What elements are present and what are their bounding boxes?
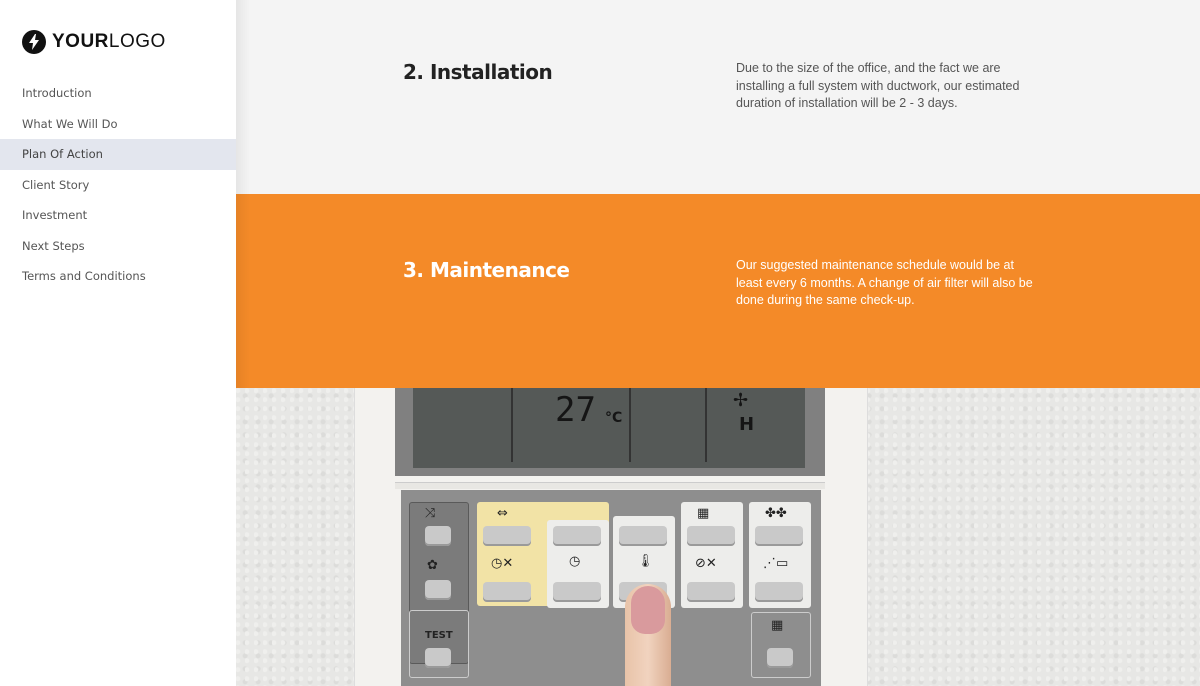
test-label: TEST (425, 630, 453, 641)
logo-text: YOURLOGO (52, 31, 166, 52)
sidebar-nav: Introduction What We Will Do Plan Of Act… (0, 78, 236, 292)
timer-icon: ◷✕ (491, 556, 514, 571)
maintenance-title: 3. Maintenance (403, 258, 570, 282)
swing-icon: ⤨ (425, 506, 436, 521)
air-flow-icon: ⋰▭ (763, 556, 789, 571)
main-content: 2. Installation Due to the size of the o… (236, 0, 1200, 686)
grid-icon: ▦ (771, 618, 784, 633)
sidebar-item-investment[interactable]: Investment (0, 200, 236, 231)
lcd-temperature: 27 (555, 390, 596, 430)
installation-body: Due to the size of the office, and the f… (736, 61, 1020, 110)
direction-icon: ⇔ (497, 506, 508, 521)
ventilation-button[interactable] (425, 580, 451, 600)
sidebar-item-introduction[interactable]: Introduction (0, 78, 236, 109)
lcd-fan-mode: H (739, 414, 755, 435)
fan-speed-icon: ✤✤ (765, 506, 787, 521)
maintenance-body: Our suggested maintenance schedule would… (736, 258, 1033, 307)
timer-down-button[interactable] (553, 582, 601, 602)
max-min-button[interactable] (687, 526, 735, 546)
sidebar-item-client-story[interactable]: Client Story (0, 170, 236, 201)
installation-title: 2. Installation (403, 60, 553, 84)
thermometer-icon: 🌡 (637, 554, 654, 569)
max-min-icon: ▦ (697, 506, 710, 521)
fan-icon: ✢ (733, 390, 749, 411)
lcd-unit: °C (605, 410, 623, 426)
ac-remote-control: 27 °C ✢ H ⤨ ✿ ⇔ ◷✕ ◷ 🌡 ▦ ⊘✕ ✤✤ ⋰▭ TEST ▦ (354, 388, 868, 686)
maintenance-section: 3. Maintenance Our suggested maintenance… (236, 194, 1200, 388)
sidebar-item-next-steps[interactable]: Next Steps (0, 231, 236, 262)
swing-button[interactable] (425, 526, 451, 546)
ventilation-icon: ✿ (427, 558, 438, 573)
filter-cancel-icon: ⊘✕ (695, 556, 717, 571)
logo[interactable]: YOURLOGO (22, 30, 166, 54)
test-button[interactable] (425, 648, 451, 668)
timer-up-button[interactable] (553, 526, 601, 546)
thermostat-photo: 27 °C ✢ H ⤨ ✿ ⇔ ◷✕ ◷ 🌡 ▦ ⊘✕ ✤✤ ⋰▭ TEST ▦ (236, 388, 1200, 686)
lcd-display: 27 °C ✢ H (413, 388, 805, 468)
air-flow-button[interactable] (755, 582, 803, 602)
installation-section: 2. Installation Due to the size of the o… (236, 0, 1200, 194)
sidebar-item-what-we-will-do[interactable]: What We Will Do (0, 109, 236, 140)
temp-up-button[interactable] (619, 526, 667, 546)
timer-cancel-button[interactable] (483, 582, 531, 602)
clock-icon: ◷ (569, 554, 581, 569)
lightning-bolt-icon (22, 30, 46, 54)
sidebar-item-terms-and-conditions[interactable]: Terms and Conditions (0, 261, 236, 292)
direction-button[interactable] (483, 526, 531, 546)
button-panel: ⤨ ✿ ⇔ ◷✕ ◷ 🌡 ▦ ⊘✕ ✤✤ ⋰▭ TEST ▦ (401, 490, 821, 686)
sidebar: YOURLOGO Introduction What We Will Do Pl… (0, 0, 236, 686)
sidebar-item-plan-of-action[interactable]: Plan Of Action (0, 139, 236, 170)
grid-button[interactable] (767, 648, 793, 668)
filter-button[interactable] (687, 582, 735, 602)
fan-speed-button[interactable] (755, 526, 803, 546)
